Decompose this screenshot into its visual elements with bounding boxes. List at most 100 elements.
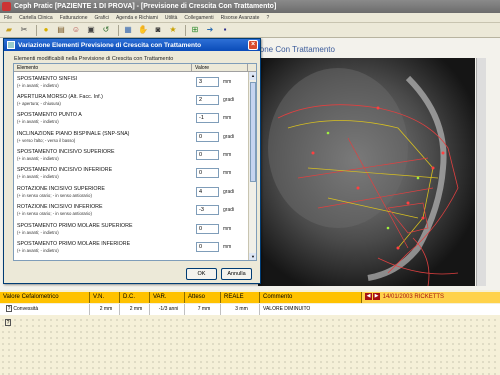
value-input[interactable]: 2 [196,95,219,105]
element-hint: (+ in senso orario; - in senso antiorari… [17,193,92,198]
menu-help[interactable]: ? [266,15,269,21]
element-hint: (+ in avanti; - indietro) [17,83,59,88]
value-input[interactable]: 0 [196,224,219,234]
undo-icon[interactable]: ↺ [100,25,112,36]
list-item: SPOSTAMENTO PRIMO MOLARE INFERIORE (+ in… [14,239,250,257]
element-hint: (+ in avanti; - indietro) [17,174,59,179]
list-item: INCLINAZIONE PIANO BISPINALE (SNP-SNA) (… [14,129,250,147]
scroll-down-icon[interactable]: ▼ [249,253,256,260]
header-commento: Commento [260,292,362,303]
group-label: Elementi modificabili nella Previsione d… [14,56,174,62]
value-input[interactable]: 0 [196,242,219,252]
list-header: Elemento Valore [14,64,256,72]
element-hint: (+ in avanti; - indietro) [17,119,59,124]
header-vn: V.N. [90,292,120,303]
cell-var: -1/3 anni [150,304,185,315]
cell-vn: 2 mm [90,304,120,315]
unit-label: mm [223,79,232,85]
value-input[interactable]: 0 [196,168,219,178]
list-scrollbar[interactable]: ▲ ▼ [248,72,256,260]
value-input[interactable]: 0 [196,150,219,160]
toolbar-separator [185,24,186,36]
next-arrow-icon[interactable]: ▶ [373,292,380,300]
column-header-valore[interactable]: Valore [192,64,248,71]
unit-label: gradi [223,189,235,195]
toolbar-separator [36,24,37,36]
element-hint: (+ in senso orario; - in senso antiorari… [17,211,92,216]
lightbulb-icon[interactable]: ● [40,25,52,36]
grid-icon[interactable]: ▦ [122,25,134,36]
value-input[interactable]: 4 [196,187,219,197]
element-name: ROTAZIONE INCISIVO SUPERIORE [17,186,105,192]
element-name: SPOSTAMENTO PRIMO MOLARE SUPERIORE [17,223,133,229]
menu-collegamenti[interactable]: Collegamenti [184,15,213,21]
value-input[interactable]: 3 [196,77,219,87]
image-scrollbar[interactable] [476,58,486,286]
element-hint: (+ in avanti; - indietro) [17,230,59,235]
prev-arrow-icon[interactable]: ◀ [365,292,372,300]
cell-label: Convessità [13,306,39,312]
scroll-up-icon[interactable]: ▲ [249,72,256,80]
star-icon[interactable]: ★ [167,25,179,36]
date-label: 14/01/2003 RICKETTS [382,294,445,300]
menu-utilita[interactable]: Utilità [165,15,178,21]
menu-fatturazione[interactable]: Fatturazione [60,15,88,21]
help-icon[interactable]: ? [5,319,11,326]
save-icon[interactable]: ▪ [219,25,231,36]
close-icon[interactable]: × [248,40,258,50]
unit-label: mm [223,152,232,158]
unit-label: mm [223,170,232,176]
value-input[interactable]: -3 [196,205,219,215]
menu-grafici[interactable]: Grafici [94,15,108,21]
header-reale: REALE [221,292,260,303]
value-input[interactable]: -1 [196,113,219,123]
table-row[interactable]: ? Convessità 2 mm 2 mm -1/3 anni 7 mm 3 … [0,304,500,315]
column-header-elemento[interactable]: Elemento [14,64,192,71]
element-hint: (+ in avanti; - indietro) [17,156,59,161]
person-icon[interactable]: ☺ [70,25,82,36]
unit-label: mm [223,244,232,250]
list-item: ROTAZIONE INCISIVO SUPERIORE (+ in senso… [14,184,250,202]
header-atteso: Atteso [185,292,221,303]
list-item: SPOSTAMENTO INCISIVO INFERIORE (+ in ava… [14,165,250,183]
hand-icon[interactable]: ✋ [137,25,149,36]
menu-risorse-avanzate[interactable]: Risorse Avanzate [221,15,260,21]
list-item: ROTAZIONE INCISIVO INFERIORE (+ in senso… [14,202,250,220]
menu-cartella-clinica[interactable]: Cartella Clinica [19,15,53,21]
table-header: Valore Cefalometrico V.N. D.C. VAR. Atte… [0,292,500,303]
cell-valore: ? Convessità [0,304,90,315]
header-var: VAR. [150,292,185,303]
elements-list: Elemento Valore SPOSTAMENTO SINFISI (+ i… [13,63,257,261]
zoom-icon[interactable]: ⊞ [189,25,201,36]
cephalometric-xray-image[interactable] [258,58,475,286]
panel-title: ione Con Trattamento [258,45,335,54]
app-icon [2,2,11,11]
toolbar: ▰ ✂ ● ▤ ☺ ▣ ↺ ▦ ✋ ◙ ★ ⊞ ➜ ▪ [0,23,500,38]
cell-reale: 3 mm [221,304,260,315]
scroll-thumb[interactable] [250,82,256,182]
help-icon[interactable]: ? [6,305,12,312]
cell-commento: VALORE DIMINUITO [263,306,311,312]
open-folder-icon[interactable]: ▰ [3,25,15,36]
cell-dc: 2 mm [120,304,150,315]
cut-icon[interactable]: ✂ [18,25,30,36]
ok-button[interactable]: OK [186,268,217,280]
arrow-icon[interactable]: ➜ [204,25,216,36]
cell-atteso: 7 mm [185,304,221,315]
value-input[interactable]: 0 [196,132,219,142]
dialog-title-bar: Variazione Elementi Previsione di Cresci… [4,39,260,51]
cancel-button[interactable]: Annulla [221,268,252,280]
unit-label: mm [223,115,232,121]
camera-icon[interactable]: ◙ [152,25,164,36]
list-item: SPOSTAMENTO PUNTO A (+ in avanti; - indi… [14,110,250,128]
element-name: APERTURA MORSO (Alt. Facc. Inf.) [17,94,103,100]
element-hint: (+ apertura; - chiusura) [17,101,61,106]
print-icon[interactable]: ▣ [85,25,97,36]
element-name: ROTAZIONE INCISIVO INFERIORE [17,204,103,210]
unit-label: gradi [223,134,235,140]
paste-icon[interactable]: ▤ [55,25,67,36]
element-name: SPOSTAMENTO PUNTO A [17,112,82,118]
tracing-overlay [258,58,475,286]
menu-file[interactable]: File [4,15,12,21]
menu-agenda[interactable]: Agenda e Richiami [116,15,158,21]
